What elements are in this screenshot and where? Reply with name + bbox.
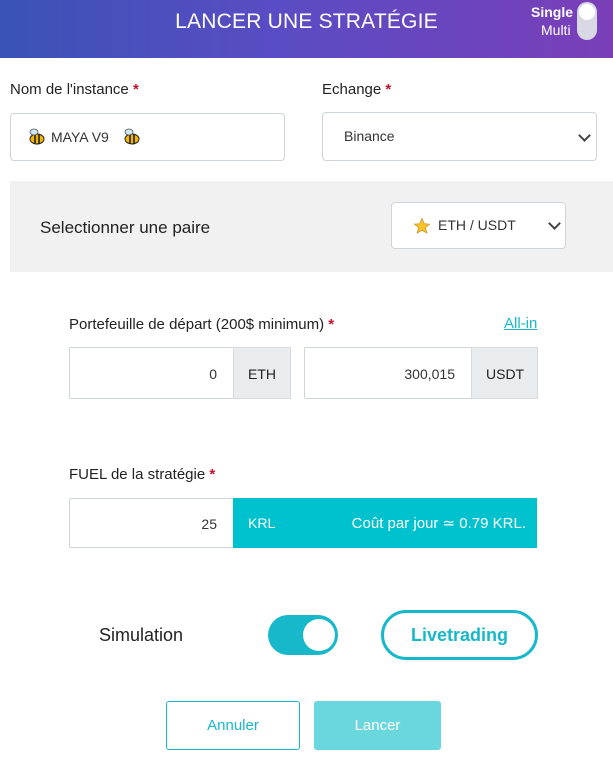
instance-name-label-text: Nom de l'instance: [10, 81, 129, 98]
exchange-select[interactable]: Binance: [322, 112, 597, 161]
exchange-label: Echange *: [322, 81, 391, 98]
mode-multi-label: Multi: [541, 22, 571, 38]
pair-select[interactable]: ETH / USDT: [391, 202, 566, 249]
launch-button[interactable]: Lancer: [314, 701, 441, 750]
instance-name-value: MAYA V9: [51, 129, 109, 145]
exchange-label-text: Echange: [322, 81, 382, 98]
instance-name-input[interactable]: MAYA V9: [10, 113, 285, 161]
pair-label: Selectionner une paire: [40, 218, 211, 237]
bee-emoji-icon: [124, 128, 140, 145]
quote-amount-value: 300,015: [404, 366, 455, 382]
toggle-knob: [579, 4, 595, 20]
header-bar: LANCER UNE STRATÉGIE Single Multi: [0, 0, 613, 58]
simulation-toggle[interactable]: [268, 615, 338, 655]
required-marker: *: [385, 81, 392, 98]
fuel-unit-label: KRL: [248, 515, 276, 531]
fuel-cost-text: Coût par jour ≃ 0.79 KRL.: [351, 515, 526, 532]
base-currency-label: ETH: [248, 366, 276, 382]
livetrading-button[interactable]: Livetrading: [381, 610, 538, 660]
exchange-selected-value: Binance: [344, 128, 395, 144]
required-marker: *: [132, 81, 139, 98]
base-amount-input[interactable]: 0: [69, 347, 234, 399]
fuel-label: FUEL de la stratégie *: [69, 466, 215, 483]
quote-amount-input[interactable]: 300,015: [304, 347, 472, 399]
pair-selected-value: ETH / USDT: [438, 217, 516, 233]
pair-selection-panel: Selectionner une paire ETH / USDT: [10, 181, 613, 272]
fuel-label-text: FUEL de la stratégie: [69, 466, 206, 483]
quote-currency-label: USDT: [486, 366, 525, 382]
bee-emoji-icon: [29, 128, 45, 145]
fuel-amount-value: 25: [201, 516, 217, 532]
required-marker: *: [209, 466, 216, 483]
fuel-amount-input[interactable]: 25: [69, 498, 234, 548]
chevron-down-icon: [548, 217, 561, 230]
quote-currency-addon: USDT: [471, 347, 538, 399]
base-amount-value: 0: [209, 366, 217, 382]
single-multi-toggle[interactable]: [577, 2, 597, 40]
chevron-down-icon: [578, 129, 591, 142]
toggle-knob: [303, 619, 335, 651]
page-title: LANCER UNE STRATÉGIE: [175, 10, 438, 33]
mode-single-label: Single: [531, 4, 574, 20]
wallet-label-text: Portefeuille de départ (200$ minimum): [69, 316, 325, 333]
wallet-label: Portefeuille de départ (200$ minimum) *: [69, 316, 334, 333]
star-icon: [413, 217, 431, 234]
cancel-button[interactable]: Annuler: [166, 701, 300, 750]
fuel-info-bar: KRL Coût par jour ≃ 0.79 KRL.: [233, 498, 537, 548]
base-currency-addon: ETH: [233, 347, 291, 399]
all-in-link[interactable]: All-in: [504, 315, 537, 332]
instance-name-label: Nom de l'instance *: [10, 81, 139, 98]
simulation-label: Simulation: [99, 625, 184, 645]
required-marker: *: [328, 316, 335, 333]
